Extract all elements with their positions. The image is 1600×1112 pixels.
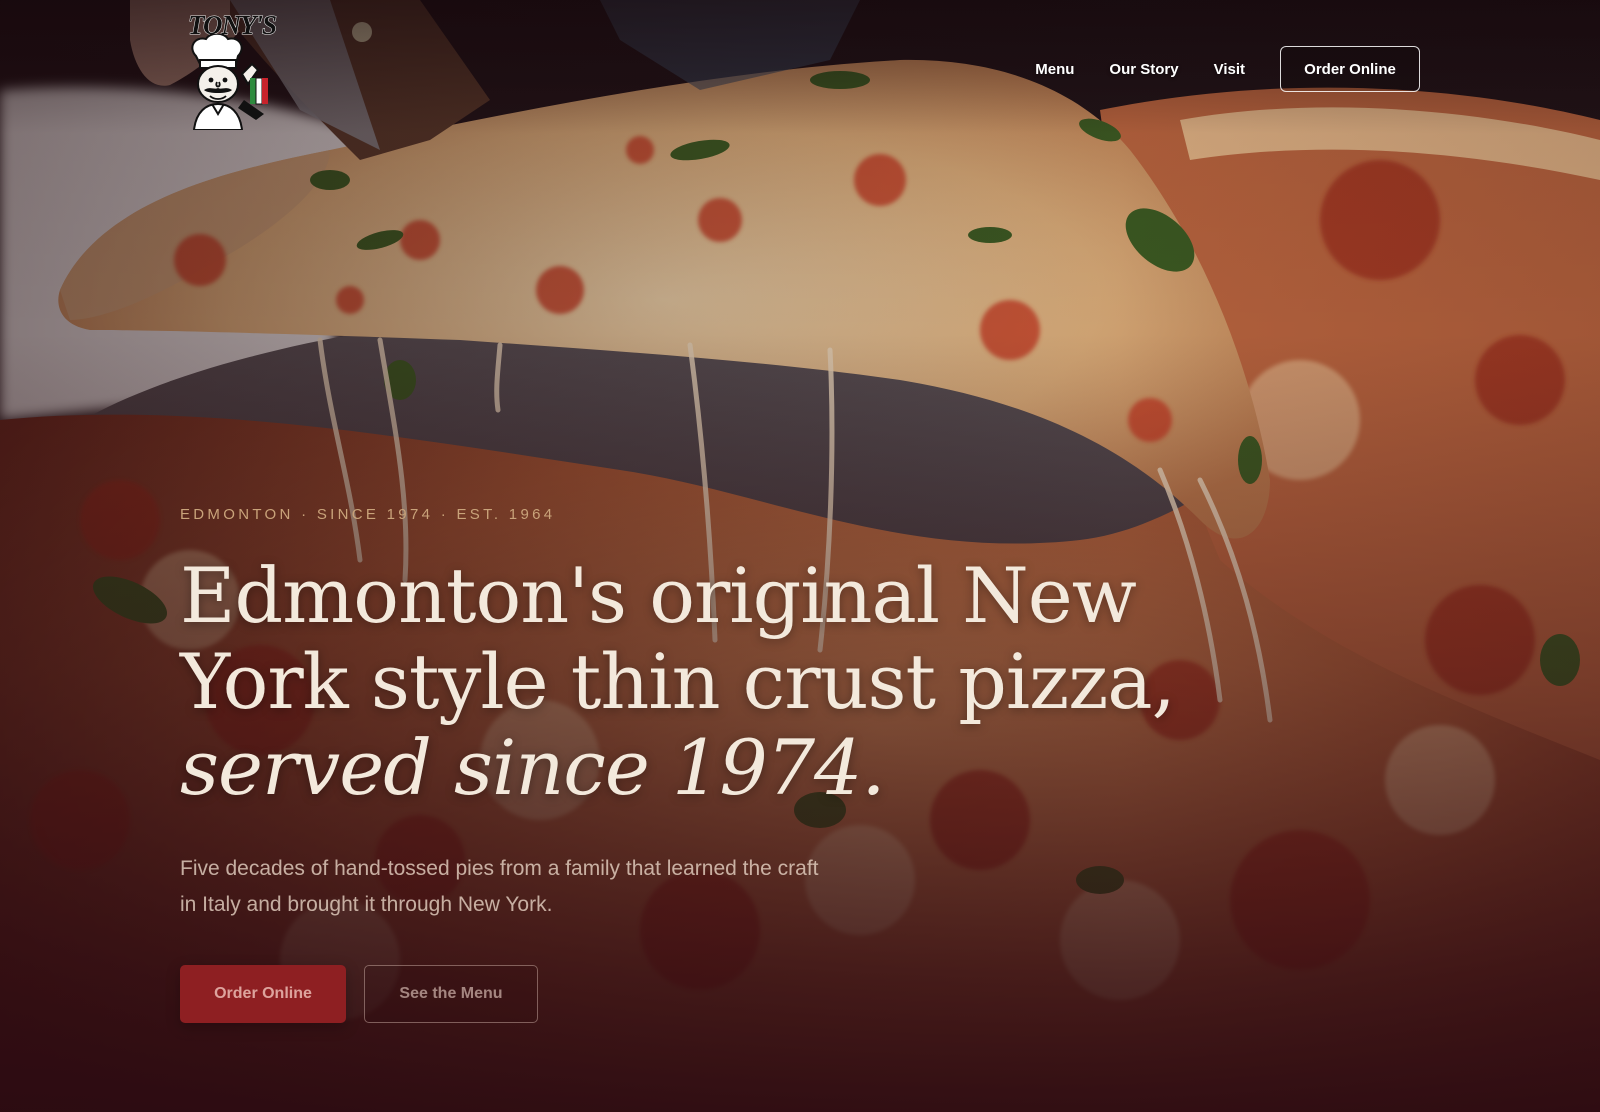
headline-line-1: Edmonton's original New: [180, 551, 1137, 640]
order-online-button[interactable]: Order Online: [180, 965, 346, 1023]
hero-section: TONY'S Menu Our Story Visit Order Online…: [0, 0, 1600, 1112]
nav-link-visit[interactable]: Visit: [1214, 61, 1245, 78]
nav-link-our-story[interactable]: Our Story: [1109, 61, 1178, 78]
headline-italic: served since 1974.: [180, 723, 886, 812]
hero-headline: Edmonton's original New York style thin …: [180, 553, 1180, 811]
brand-logo[interactable]: TONY'S: [186, 8, 278, 131]
nav-order-online-button[interactable]: Order Online: [1280, 46, 1420, 92]
see-menu-button[interactable]: See the Menu: [364, 965, 538, 1023]
main-navigation: Menu Our Story Visit Order Online: [1035, 46, 1420, 92]
headline-line-2: York style thin crust pizza,: [180, 637, 1176, 726]
nav-link-menu[interactable]: Menu: [1035, 61, 1074, 78]
hero-actions: Order Online See the Menu: [180, 965, 1180, 1023]
chef-mascot-icon: [186, 32, 272, 135]
hero-subtext: Five decades of hand-tossed pies from a …: [180, 857, 819, 916]
hero-eyebrow: EDMONTON · SINCE 1974 · EST. 1964: [180, 506, 556, 523]
hero-content: EDMONTON · SINCE 1974 · EST. 1964 Edmont…: [180, 506, 1180, 1023]
